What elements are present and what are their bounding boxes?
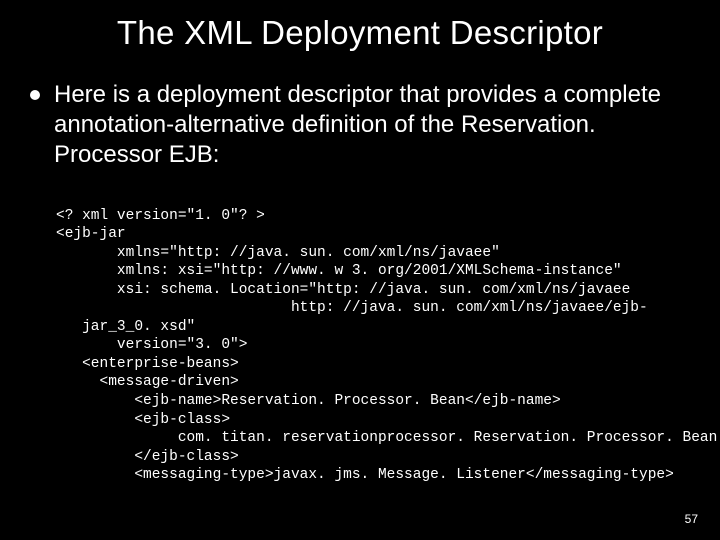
code-line: <? xml version="1. 0"? > — [56, 208, 265, 224]
code-line: <ejb-class> — [56, 412, 230, 428]
code-block: <? xml version="1. 0"? > <ejb-jar xmlns=… — [56, 188, 690, 503]
bullet-icon — [30, 90, 40, 100]
code-line: <enterprise-beans> — [56, 356, 239, 372]
code-line: version="3. 0"> — [56, 337, 247, 353]
slide-title: The XML Deployment Descriptor — [0, 14, 720, 52]
code-line: xmlns: xsi="http: //www. w 3. org/2001/X… — [56, 263, 622, 279]
slide-body: Here is a deployment descriptor that pro… — [30, 80, 690, 503]
code-line: <ejb-name>Reservation. Processor. Bean</… — [56, 393, 561, 409]
code-line: <ejb-jar — [56, 226, 126, 242]
code-line: xsi: schema. Location="http: //java. sun… — [56, 282, 630, 298]
code-line: com. titan. reservationprocessor. Reserv… — [56, 430, 717, 446]
code-line: </ejb-class> — [56, 449, 239, 465]
page-number: 57 — [685, 512, 698, 526]
code-line: http: //java. sun. com/xml/ns/javaee/ejb… — [56, 300, 648, 316]
code-line: <messaging-type>javax. jms. Message. Lis… — [56, 467, 674, 483]
bullet-text: Here is a deployment descriptor that pro… — [54, 80, 690, 170]
bullet-item: Here is a deployment descriptor that pro… — [30, 80, 690, 170]
code-line: xmlns="http: //java. sun. com/xml/ns/jav… — [56, 245, 500, 261]
slide: The XML Deployment Descriptor Here is a … — [0, 0, 720, 540]
code-line: jar_3_0. xsd" — [56, 319, 195, 335]
code-line: <message-driven> — [56, 374, 239, 390]
